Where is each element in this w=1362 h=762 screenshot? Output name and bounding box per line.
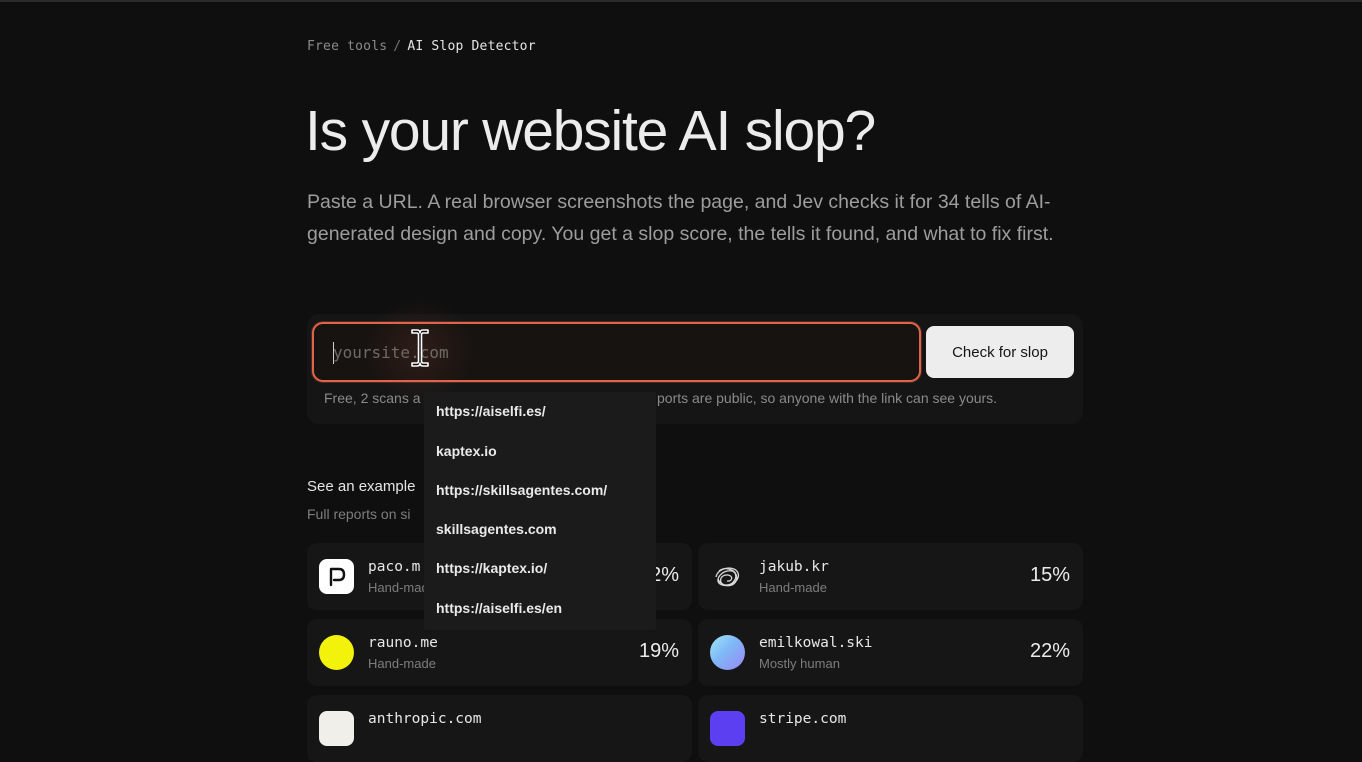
examples-subtitle: Full reports on si (307, 506, 411, 522)
breadcrumb-current: AI Slop Detector (407, 39, 536, 54)
text-cursor-icon (411, 329, 429, 367)
example-verdict: Hand-made (759, 580, 827, 595)
scribble-avatar-icon (710, 559, 745, 594)
autocomplete-option[interactable]: https://kaptex.io/ (436, 560, 547, 576)
anthropic-logo-icon (319, 711, 354, 746)
autocomplete-dropdown: https://aiselfi.es/ kaptex.io https://sk… (424, 392, 656, 630)
scan-hint-left: Free, 2 scans a (324, 390, 421, 406)
example-verdict: Hand-made (368, 656, 436, 671)
examples-title: See an example (307, 478, 416, 495)
example-domain: stripe.com (759, 711, 847, 727)
page-description: Paste a URL. A real browser screenshots … (307, 191, 1054, 245)
example-domain: jakub.kr (759, 559, 829, 575)
example-score: 19% (638, 640, 679, 662)
url-input[interactable]: yoursite.com (312, 296, 921, 406)
scan-hint-right: ports are public, so anyone with the lin… (657, 390, 998, 406)
autocomplete-option[interactable]: https://aiselfi.es/ (436, 403, 546, 419)
example-domain: paco.m (368, 559, 421, 575)
autocomplete-option[interactable]: https://skillsagentes.com/ (436, 482, 607, 498)
text-caret (333, 342, 334, 364)
example-verdict: Mostly human (759, 656, 840, 671)
example-domain: anthropic.com (368, 711, 482, 727)
example-score: 22% (1029, 640, 1070, 662)
example-domain: rauno.me (368, 635, 438, 651)
stripe-logo-icon (710, 711, 745, 746)
breadcrumb-link-free-tools[interactable]: Free tools (307, 39, 387, 54)
top-border (0, 0, 1362, 2)
example-card-emilkowal[interactable]: emilkowal.ski Mostly human 22% (698, 619, 1083, 686)
example-card-stripe[interactable]: stripe.com (698, 695, 1083, 762)
autocomplete-option[interactable]: skillsagentes.com (436, 521, 557, 537)
autocomplete-option[interactable]: https://aiselfi.es/en (436, 600, 562, 616)
check-for-slop-button[interactable]: Check for slop (926, 326, 1074, 378)
example-score: 15% (1029, 564, 1070, 586)
url-input-placeholder: yoursite.com (333, 343, 449, 362)
breadcrumb-separator: / (393, 39, 402, 54)
example-domain: emilkowal.ski (759, 635, 873, 651)
gradient-circle-icon (710, 635, 745, 670)
page-title: Is your website AI slop? (305, 99, 876, 163)
yellow-circle-icon (319, 635, 354, 670)
example-verdict: Hand-mad (368, 580, 429, 595)
example-card-jakub[interactable]: jakub.kr Hand-made 15% (698, 543, 1083, 610)
example-card-anthropic[interactable]: anthropic.com (307, 695, 692, 762)
paco-logo-icon (319, 559, 354, 594)
breadcrumb: Free tools / AI Slop Detector (307, 39, 536, 54)
autocomplete-option[interactable]: kaptex.io (436, 443, 497, 459)
